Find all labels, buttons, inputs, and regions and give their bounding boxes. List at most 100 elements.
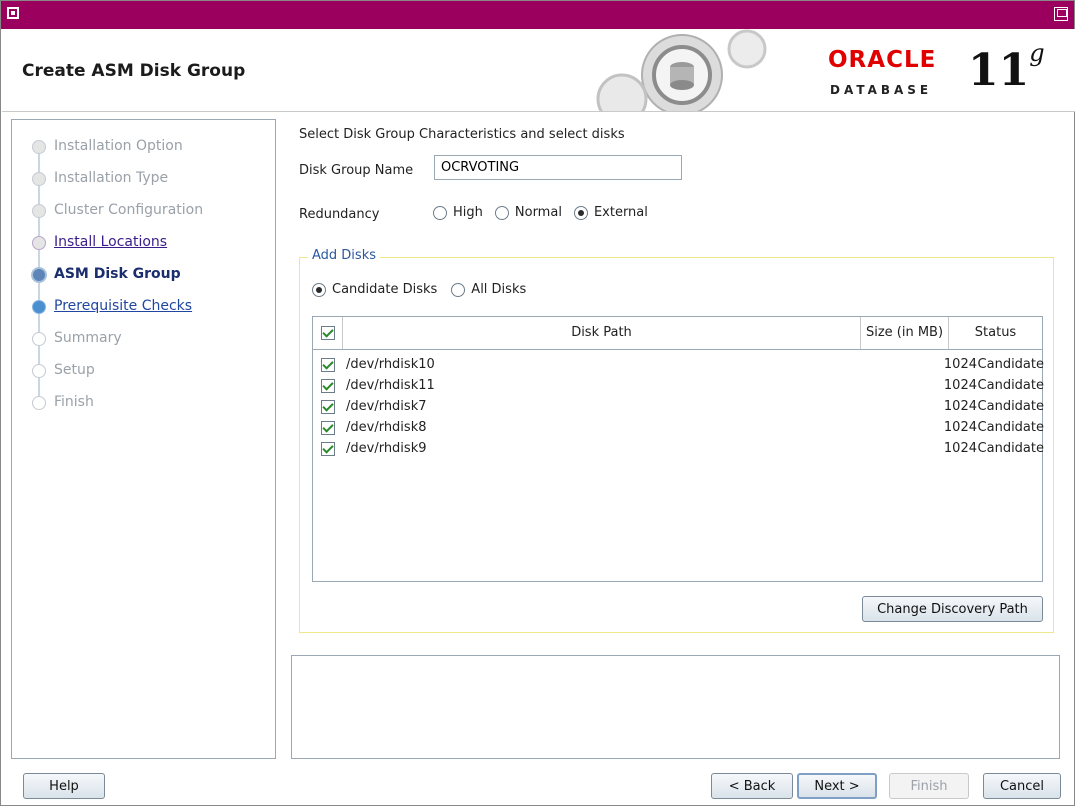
row-checkbox[interactable] <box>321 379 335 393</box>
nav-step-label: Summary <box>54 330 122 346</box>
step-pending-icon <box>32 332 46 346</box>
version-number: 11 <box>968 45 1030 96</box>
radio-label: Normal <box>514 205 562 220</box>
select-all-checkbox[interactable] <box>320 326 335 340</box>
content-panel: Select Disk Group Characteristics and se… <box>291 119 1061 639</box>
redundancy-external-radio[interactable]: External <box>573 205 648 220</box>
page-header: Create ASM Disk Group ORACLE DATABASE 11… <box>2 29 1075 112</box>
row-checkbox[interactable] <box>321 358 335 372</box>
radio-off-icon <box>451 282 466 297</box>
cell-path: /dev/rhdisk7 <box>346 399 427 414</box>
steps-panel: Installation Option Installation Type Cl… <box>11 119 276 759</box>
radio-off-icon <box>433 205 447 220</box>
step-done-icon <box>32 172 46 186</box>
nav-step-label: Prerequisite Checks <box>54 298 193 314</box>
cell-status: Candidate <box>977 420 1044 435</box>
oracle-logo: ORACLE DATABASE 11g <box>828 39 1045 97</box>
row-checkbox[interactable] <box>321 442 335 456</box>
radio-label: All Disks <box>471 282 527 297</box>
oracle-version: 11g <box>968 39 1045 96</box>
cell-status: Candidate <box>977 441 1044 456</box>
nav-step-asm-disk-group: ASM Disk Group <box>26 258 203 290</box>
redundancy-label-text: Redundancy <box>299 207 380 222</box>
page-title: Create ASM Disk Group <box>22 61 246 81</box>
change-discovery-path-button[interactable]: Change Discovery Path <box>862 596 1043 622</box>
disk-group-name-label-text: Disk Group Name <box>299 163 414 178</box>
maximize-icon[interactable] <box>1054 7 1068 21</box>
step-pending-icon <box>32 396 46 410</box>
row-checkbox[interactable] <box>321 400 335 414</box>
radio-label: Candidate Disks <box>332 282 438 297</box>
disk-group-name-label: Disk Group Name <box>299 163 413 178</box>
cell-status: Candidate <box>977 399 1044 414</box>
nav-step: Installation Type <box>26 162 203 194</box>
help-button[interactable]: Help <box>23 773 105 799</box>
cell-path: /dev/rhdisk10 <box>346 357 435 372</box>
step-next-icon <box>32 300 46 314</box>
nav-step: Setup <box>26 354 203 386</box>
radio-off-icon <box>494 205 509 220</box>
table-header: Disk Path Size (in MB) Status <box>313 317 1042 350</box>
back-button[interactable]: < Back <box>711 773 793 799</box>
add-disks-legend: Add Disks <box>308 248 380 263</box>
select-all-header <box>313 317 343 349</box>
cancel-button[interactable]: Cancel <box>983 773 1061 799</box>
step-done-icon <box>32 204 46 218</box>
nav-step-prerequisite-checks[interactable]: Prerequisite Checks <box>26 290 203 322</box>
nav-step: Installation Option <box>26 130 203 162</box>
oracle-database-label: DATABASE <box>830 83 933 97</box>
step-done-icon <box>32 140 46 154</box>
header-disk-path[interactable]: Disk Path <box>343 317 861 349</box>
installer-window: Create ASM Disk Group ORACLE DATABASE 11… <box>0 0 1075 806</box>
steps-nav: Installation Option Installation Type Cl… <box>26 130 203 418</box>
oracle-brand: ORACLE <box>828 47 937 73</box>
cell-status: Candidate <box>977 378 1044 393</box>
redundancy-label: Redundancy <box>299 207 379 222</box>
step-visited-icon <box>32 236 46 250</box>
cell-status: Candidate <box>977 357 1044 372</box>
table-row[interactable]: /dev/rhdisk9 1024 Candidate <box>313 439 1044 460</box>
nav-step-label: Finish <box>54 394 94 410</box>
table-row[interactable]: /dev/rhdisk10 1024 Candidate <box>313 355 1044 376</box>
table-row[interactable]: /dev/rhdisk11 1024 Candidate <box>313 376 1044 397</box>
finish-button: Finish <box>889 773 969 799</box>
header-status[interactable]: Status <box>949 317 1042 349</box>
radio-label: External <box>593 205 648 220</box>
disks-table: Disk Path Size (in MB) Status /dev/rhdis… <box>312 316 1044 582</box>
window-titlebar <box>1 1 1074 29</box>
redundancy-options: High Normal External <box>433 205 648 220</box>
redundancy-normal-radio[interactable]: Normal <box>494 205 562 220</box>
message-area <box>291 655 1060 759</box>
disk-group-name-field[interactable] <box>434 155 682 180</box>
radio-on-icon <box>312 282 326 297</box>
nav-step-label: Install Locations <box>54 234 168 250</box>
section-heading: Select Disk Group Characteristics and se… <box>299 127 625 142</box>
radio-on-icon <box>573 205 588 220</box>
nav-step-label: Setup <box>54 362 95 378</box>
all-disks-radio[interactable]: All Disks <box>451 282 526 297</box>
table-row[interactable]: /dev/rhdisk8 1024 Candidate <box>313 418 1044 439</box>
window-menu-icon[interactable] <box>7 7 19 19</box>
next-button[interactable]: Next > <box>797 773 877 799</box>
nav-step-install-locations[interactable]: Install Locations <box>26 226 203 258</box>
nav-step-label: Cluster Configuration <box>54 202 204 218</box>
nav-step-label: Installation Option <box>54 138 183 154</box>
nav-step-label: ASM Disk Group <box>54 266 181 282</box>
row-checkbox[interactable] <box>321 421 335 435</box>
step-pending-icon <box>32 364 46 378</box>
step-current-icon <box>31 267 47 283</box>
nav-step: Cluster Configuration <box>26 194 203 226</box>
candidate-disks-radio[interactable]: Candidate Disks <box>312 282 437 297</box>
nav-step-label: Installation Type <box>54 170 169 186</box>
cell-path: /dev/rhdisk8 <box>346 420 427 435</box>
nav-step: Finish <box>26 386 203 418</box>
cell-path: /dev/rhdisk9 <box>346 441 427 456</box>
disk-filter-options: Candidate Disks All Disks <box>312 282 526 297</box>
table-row[interactable]: /dev/rhdisk7 1024 Candidate <box>313 397 1044 418</box>
nav-step: Summary <box>26 322 203 354</box>
redundancy-high-radio[interactable]: High <box>433 205 483 220</box>
radio-label: High <box>453 205 483 220</box>
version-suffix: g <box>1029 39 1045 68</box>
cell-path: /dev/rhdisk11 <box>346 378 435 393</box>
header-size[interactable]: Size (in MB) <box>861 317 949 349</box>
